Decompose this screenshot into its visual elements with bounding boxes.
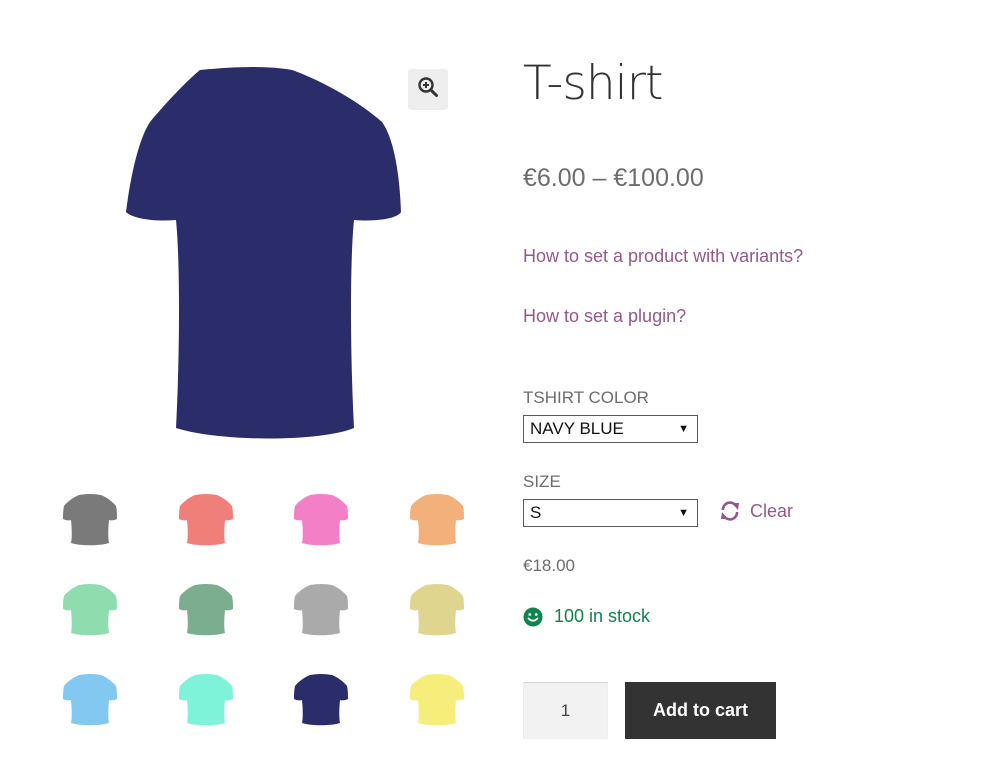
tshirt-shape [294,584,348,636]
tshirt-thumbnail-image [178,494,233,546]
thumbnail-1[interactable] [60,488,120,548]
tshirt-thumbnail-image [178,584,233,636]
variants-help-link[interactable]: How to set a product with variants? [523,246,803,267]
tshirt-shape [178,494,233,546]
tshirt-shape [294,674,348,726]
product-page: T-shirt €6.00 – €100.00 How to set a pro… [0,0,993,767]
color-select-value: NAVY BLUE [530,419,624,438]
tshirt-thumbnail-image [294,494,348,546]
tshirt-thumbnail-image [409,674,464,726]
tshirt-shape [63,494,117,546]
tshirt-thumbnail-image [294,674,348,726]
zoom-in-icon [417,76,439,103]
size-select[interactable]: S ▼ [523,499,698,527]
refresh-icon [719,500,741,522]
tshirt-shape [409,584,464,636]
variation-price: €18.00 [523,556,575,575]
tshirt-shape [63,674,117,726]
tshirt-thumbnail-image [409,584,464,636]
tshirt-thumbnail-image [294,584,348,636]
clear-button[interactable]: Clear [719,500,793,522]
thumbnail-11[interactable] [291,668,351,728]
tshirt-shape [63,584,117,636]
dropdown-arrow-icon: ▼ [678,507,689,519]
tshirt-shape [294,494,348,546]
size-select-value: S [530,503,542,522]
tshirt-thumbnail-image [63,494,117,546]
tshirt-shape [178,584,233,636]
tshirt-shape [178,674,233,726]
quantity-input[interactable]: 1 [523,682,608,739]
product-main-image[interactable] [110,60,415,450]
tshirt-thumbnail-image [63,584,117,636]
price-range: €6.00 – €100.00 [523,164,704,192]
tshirt-thumbnail-image [409,494,464,546]
thumbnail-5[interactable] [60,578,120,638]
thumbnail-8[interactable] [407,578,467,638]
thumbnail-gallery [60,488,470,758]
thumbnail-6[interactable] [176,578,236,638]
tshirt-thumbnail-image [178,674,233,726]
smile-icon [523,607,543,627]
clear-label: Clear [750,500,794,521]
add-to-cart-button[interactable]: Add to cart [625,682,776,739]
thumbnail-9[interactable] [60,668,120,728]
tshirt-shape [126,67,401,439]
thumbnail-3[interactable] [291,488,351,548]
thumbnail-2[interactable] [176,488,236,548]
thumbnail-10[interactable] [176,668,236,728]
thumbnail-4[interactable] [407,488,467,548]
thumbnail-12[interactable] [407,668,467,728]
color-label: TSHIRT COLOR [523,388,649,407]
color-select[interactable]: NAVY BLUE ▼ [523,415,698,443]
tshirt-thumbnail-image [63,674,117,726]
dropdown-arrow-icon: ▼ [678,423,689,435]
tshirt-shape [409,494,464,546]
zoom-button[interactable] [408,69,448,110]
stock-text: 100 in stock [554,606,651,626]
stock-status: 100 in stock [523,606,650,627]
thumbnail-7[interactable] [291,578,351,638]
plugin-help-link[interactable]: How to set a plugin? [523,306,686,327]
tshirt-shape [409,674,464,726]
size-label: SIZE [523,472,561,491]
product-title: T-shirt [523,56,663,111]
